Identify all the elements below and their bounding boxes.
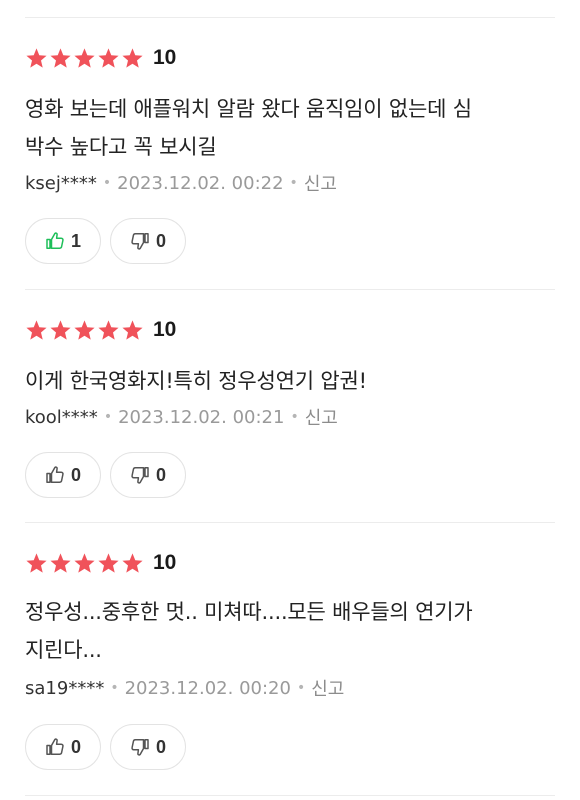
review-item: 10 이게 한국영화지!특히 정우성연기 압권! kool**** • 2023…: [25, 317, 555, 502]
star-icon: [98, 320, 119, 340]
separator-dot: •: [290, 409, 299, 425]
review-text-line: 정우성...중후한 멋.. 미쳐따....모든 배우들의 연기가: [25, 600, 473, 624]
star-icon: [50, 553, 71, 573]
like-count: 1: [70, 230, 81, 251]
rating-row: 10: [25, 45, 176, 71]
dislike-count: 0: [155, 230, 166, 251]
review-text-line: 지린다...: [25, 638, 102, 662]
report-link[interactable]: 신고: [311, 675, 344, 701]
separator-dot: •: [296, 680, 306, 696]
star-icon: [50, 320, 71, 340]
like-count: 0: [70, 464, 81, 485]
thumbs-down-icon: [131, 233, 149, 250]
star-icon: [122, 320, 143, 340]
review-text: 영화 보는데 애플워치 알람 왔다 움직임이 없는데 심 박수 높다고 꼭 보시…: [25, 90, 555, 166]
divider: [25, 522, 555, 523]
reviewer-id: ksej****: [25, 172, 97, 194]
review-meta: ksej**** • 2023.12.02. 00:22 • 신고: [25, 170, 337, 196]
separator-dot: •: [289, 175, 298, 191]
review-meta: kool**** • 2023.12.02. 00:21 • 신고: [25, 404, 338, 430]
review-text: 정우성...중후한 멋.. 미쳐따....모든 배우들의 연기가 지린다...: [25, 593, 555, 669]
review-text-line: 영화 보는데 애플워치 알람 왔다 움직임이 없는데 심: [25, 97, 472, 121]
dislike-count: 0: [155, 464, 166, 485]
review-date: 2023.12.02. 00:20: [124, 677, 291, 699]
review-text-line: 이게 한국영화지!특히 정우성연기 압권!: [25, 369, 367, 393]
review-text-line: 박수 높다고 꼭 보시길: [25, 135, 217, 159]
like-button[interactable]: 0: [25, 724, 101, 770]
report-link[interactable]: 신고: [305, 404, 338, 430]
separator-dot: •: [103, 409, 113, 425]
star-icon: [74, 48, 95, 68]
review-item: 10 영화 보는데 애플워치 알람 왔다 움직임이 없는데 심 박수 높다고 꼭…: [25, 45, 555, 270]
separator-dot: •: [102, 175, 112, 191]
dislike-button[interactable]: 0: [110, 452, 186, 498]
reviewer-id: sa19****: [25, 677, 105, 699]
separator-dot: •: [110, 680, 119, 696]
star-icon: [98, 48, 119, 68]
thumbs-up-icon: [46, 738, 64, 755]
star-icon: [26, 553, 47, 573]
divider: [25, 17, 555, 18]
star-icon: [50, 48, 71, 68]
rating-score: 10: [153, 318, 177, 341]
thumbs-up-icon: [46, 466, 64, 483]
review-date: 2023.12.02. 00:22: [117, 172, 284, 194]
star-rating: [25, 319, 144, 341]
star-rating: [25, 47, 144, 69]
dislike-button[interactable]: 0: [110, 724, 186, 770]
star-icon: [122, 48, 143, 68]
dislike-button[interactable]: 0: [110, 218, 186, 264]
dislike-count: 0: [155, 736, 166, 757]
report-link[interactable]: 신고: [304, 170, 337, 196]
review-item: 10 정우성...중후한 멋.. 미쳐따....모든 배우들의 연기가 지린다.…: [25, 550, 555, 775]
rating-row: 10: [25, 317, 176, 343]
rating-row: 10: [25, 550, 176, 576]
star-icon: [74, 320, 95, 340]
reviewer-id: kool****: [25, 406, 98, 428]
star-icon: [122, 553, 143, 573]
thumbs-up-icon: [46, 232, 64, 249]
star-icon: [26, 320, 47, 340]
rating-score: 10: [153, 46, 177, 69]
review-date: 2023.12.02. 00:21: [118, 406, 285, 428]
like-button[interactable]: 1: [25, 218, 101, 264]
rating-score: 10: [153, 551, 177, 574]
like-count: 0: [70, 736, 81, 757]
like-button[interactable]: 0: [25, 452, 101, 498]
review-text: 이게 한국영화지!특히 정우성연기 압권!: [25, 362, 555, 400]
star-icon: [74, 553, 95, 573]
divider: [25, 289, 555, 290]
divider: [25, 795, 555, 796]
star-rating: [25, 552, 144, 574]
review-meta: sa19**** • 2023.12.02. 00:20 • 신고: [25, 675, 344, 701]
star-icon: [26, 48, 47, 68]
star-icon: [98, 553, 119, 573]
thumbs-down-icon: [131, 739, 149, 756]
thumbs-down-icon: [131, 467, 149, 484]
